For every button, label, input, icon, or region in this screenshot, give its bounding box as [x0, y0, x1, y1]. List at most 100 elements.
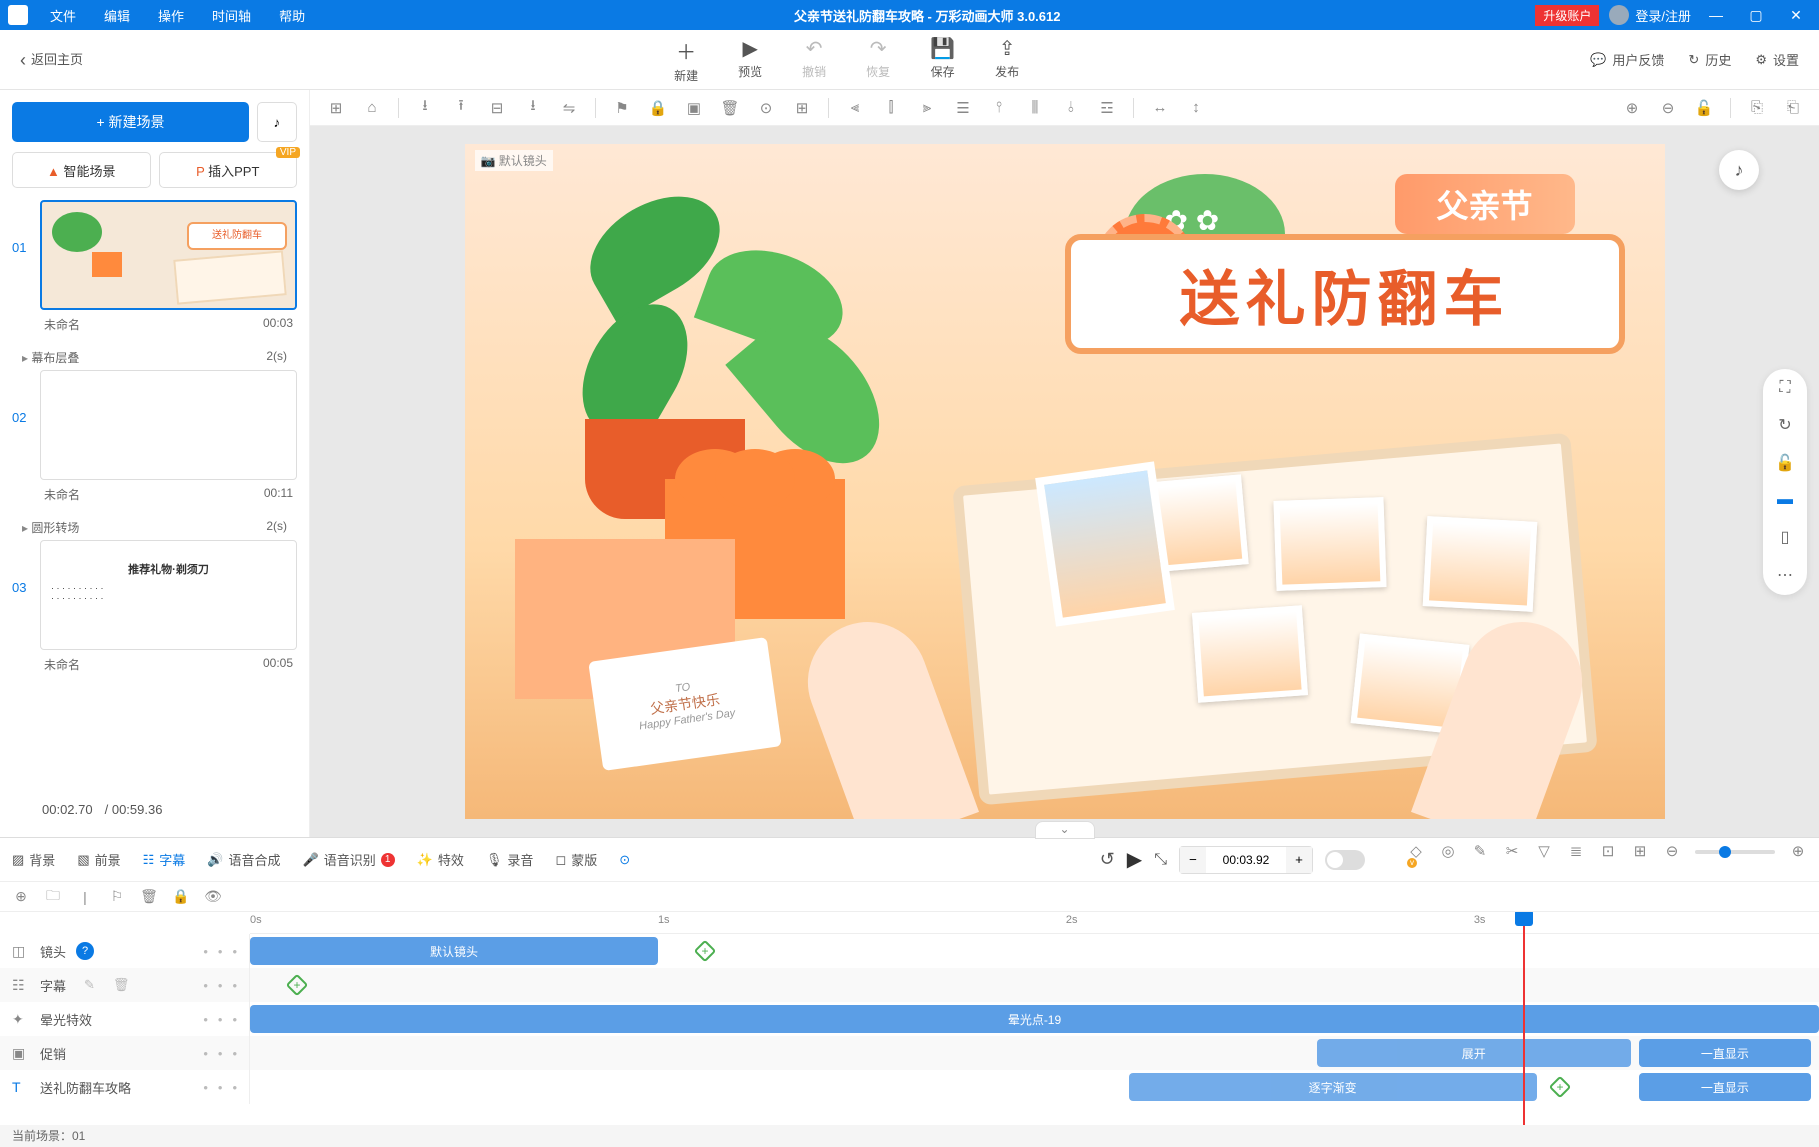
new-button[interactable]: ＋新建 [674, 36, 698, 84]
folder-icon[interactable]: 🗀 [44, 885, 62, 909]
preview-button[interactable]: ▶预览 [738, 36, 762, 84]
play-icon[interactable]: ▶ [1127, 847, 1142, 872]
time-stepper[interactable]: − + [1179, 846, 1313, 874]
add-keyframe-icon[interactable] [694, 940, 717, 963]
tab-asr[interactable]: 🎤语音识别1 [303, 850, 395, 869]
time-plus-button[interactable]: + [1286, 847, 1312, 873]
eye-icon[interactable]: 👁 [204, 888, 222, 905]
timeline[interactable]: 0s 1s 2s 3s ◫镜头?••• 默认镜头 ☷字幕✎🗑••• ✦晕光特效•… [0, 912, 1819, 1125]
title-clip[interactable]: 逐字渐变 [1129, 1073, 1537, 1101]
delete-icon[interactable]: 🗑 [113, 977, 130, 993]
tab-record[interactable]: 🎙录音 [486, 850, 534, 869]
ai-scene-button[interactable]: ▲ 智能场景 [12, 152, 151, 188]
width-icon[interactable]: ↔ [1146, 99, 1174, 116]
menu-edit[interactable]: 编辑 [90, 6, 144, 25]
scene-transition[interactable]: ▸ 幕布层叠2(s) [12, 345, 297, 370]
track-dot[interactable]: • [203, 1012, 208, 1027]
more-icon[interactable]: ⋯ [1777, 565, 1793, 585]
track-dot[interactable]: • [218, 978, 223, 993]
align-hcenter-icon[interactable]: ⫿ [877, 99, 905, 116]
add-keyframe-icon[interactable] [286, 974, 309, 997]
height-icon[interactable]: ↕ [1182, 99, 1210, 116]
undo-button[interactable]: ↶撤销 [802, 36, 826, 84]
title-clip[interactable]: 一直显示 [1639, 1073, 1812, 1101]
display-icon[interactable]: ▬ [1777, 491, 1793, 509]
zoomout-tl-icon[interactable]: ⊖ [1663, 842, 1681, 877]
snap-icon[interactable]: ⊞ [1631, 842, 1649, 877]
home-icon[interactable]: ⌂ [358, 99, 386, 116]
minimize-button[interactable]: — [1701, 7, 1731, 23]
tab-fx[interactable]: ✨特效 [417, 850, 464, 869]
track-dot[interactable]: • [232, 1012, 237, 1027]
camera-tool-icon[interactable]: ◎ [1439, 842, 1457, 877]
align-left-icon[interactable]: ⫷ [841, 99, 869, 116]
music-button[interactable]: ♪ [257, 102, 297, 142]
rotate-icon[interactable]: ↻ [1778, 415, 1791, 435]
fullscreen-icon[interactable]: ⛶ [1779, 379, 1790, 397]
marker-icon[interactable]: ⊡ [1599, 842, 1617, 877]
menu-file[interactable]: 文件 [36, 6, 90, 25]
track-dot[interactable]: • [232, 978, 237, 993]
tab-more[interactable]: ⊙ [619, 852, 630, 868]
lock-zoom-icon[interactable]: 🔓 [1690, 99, 1718, 117]
expand-icon[interactable]: ⤡ [1154, 851, 1167, 869]
add-keyframe-icon[interactable] [1549, 1076, 1572, 1099]
dist-v-icon[interactable]: ☲ [1093, 99, 1121, 117]
cut-tool-icon[interactable]: ✂ [1503, 842, 1521, 877]
menu-action[interactable]: 操作 [144, 6, 198, 25]
track-dot[interactable]: • [218, 1080, 223, 1095]
scene-item[interactable]: 01 送礼防翻车 未命名00:03 [12, 200, 297, 339]
track-dot[interactable]: • [232, 1046, 237, 1061]
unlock-icon[interactable]: 🔓 [1775, 453, 1795, 473]
track-dot[interactable]: • [218, 1012, 223, 1027]
time-input[interactable] [1206, 853, 1286, 867]
scene-item[interactable]: 02 未命名00:11 [12, 370, 297, 509]
track-dot[interactable]: • [203, 944, 208, 959]
menu-help[interactable]: 帮助 [265, 6, 319, 25]
time-ruler[interactable]: 0s 1s 2s 3s [250, 912, 1819, 934]
history-button[interactable]: ↻历史 [1688, 50, 1731, 69]
tab-tts[interactable]: 🔊语音合成 [207, 850, 280, 869]
lock-track-icon[interactable]: 🔒 [172, 888, 190, 905]
login-register-button[interactable]: 登录/注册 [1609, 5, 1691, 25]
edit-icon[interactable]: ✎ [84, 977, 95, 993]
dist-h-icon[interactable]: ☰ [949, 99, 977, 117]
canvas[interactable]: 📷 默认镜头 父亲节 促销 送礼防翻车 TO 父亲节快乐 [465, 144, 1665, 819]
collapse-panel-button[interactable]: ⌄ [1035, 821, 1095, 839]
canvas-music-button[interactable]: ♪ [1719, 150, 1759, 190]
rewind-icon[interactable]: ↺ [1100, 849, 1115, 870]
menu-timeline[interactable]: 时间轴 [198, 6, 265, 25]
align-vcenter-icon[interactable]: ⫼ [1021, 99, 1049, 116]
ruler-icon[interactable]: ⊞ [322, 99, 350, 117]
flag-icon[interactable]: ⚑ [608, 99, 636, 117]
close-button[interactable]: ✕ [1781, 7, 1811, 24]
publish-button[interactable]: ⇪发布 [995, 36, 1019, 84]
scene-thumbnail[interactable]: 推荐礼物·剃须刀· · · · · · · · · ·· · · · · · ·… [40, 540, 297, 650]
copy-icon[interactable]: ⎘ [1743, 99, 1771, 116]
redo-button[interactable]: ↷恢复 [866, 36, 890, 84]
delete-icon[interactable]: 🗑 [716, 99, 744, 117]
flip-h-icon[interactable]: ⇋ [555, 99, 583, 117]
track-dot[interactable]: • [203, 978, 208, 993]
time-minus-button[interactable]: − [1180, 847, 1206, 873]
zoom-out-icon[interactable]: ⊖ [1654, 99, 1682, 117]
zoom-in-icon[interactable]: ⊕ [1618, 99, 1646, 117]
save-button[interactable]: 💾保存 [930, 36, 955, 84]
edit-tool-icon[interactable]: ✎ [1471, 842, 1489, 877]
trash-icon[interactable]: 🗑 [140, 888, 158, 905]
track-dot[interactable]: • [203, 1046, 208, 1061]
track-dot[interactable]: • [203, 1080, 208, 1095]
align-right-icon[interactable]: ⫸ [913, 99, 941, 116]
track-dot[interactable]: • [232, 1080, 237, 1095]
promo-clip[interactable]: 一直显示 [1639, 1039, 1812, 1067]
align-bottom-icon[interactable]: ⭳ [519, 95, 547, 120]
tab-subtitle[interactable]: ☷字幕 [143, 850, 186, 869]
insert-ppt-button[interactable]: P 插入PPTVIP [159, 152, 298, 188]
light-clip[interactable]: 晕光点-19 [250, 1005, 1819, 1033]
add-track-icon[interactable]: ⊕ [12, 888, 30, 905]
new-scene-button[interactable]: + 新建场景 [12, 102, 249, 142]
upgrade-account-button[interactable]: 升级账户 [1535, 5, 1599, 26]
align-top-icon[interactable]: ⭳ [411, 95, 439, 120]
tab-foreground[interactable]: ▧前景 [77, 850, 120, 869]
align-center-icon[interactable]: ⊟ [483, 99, 511, 117]
